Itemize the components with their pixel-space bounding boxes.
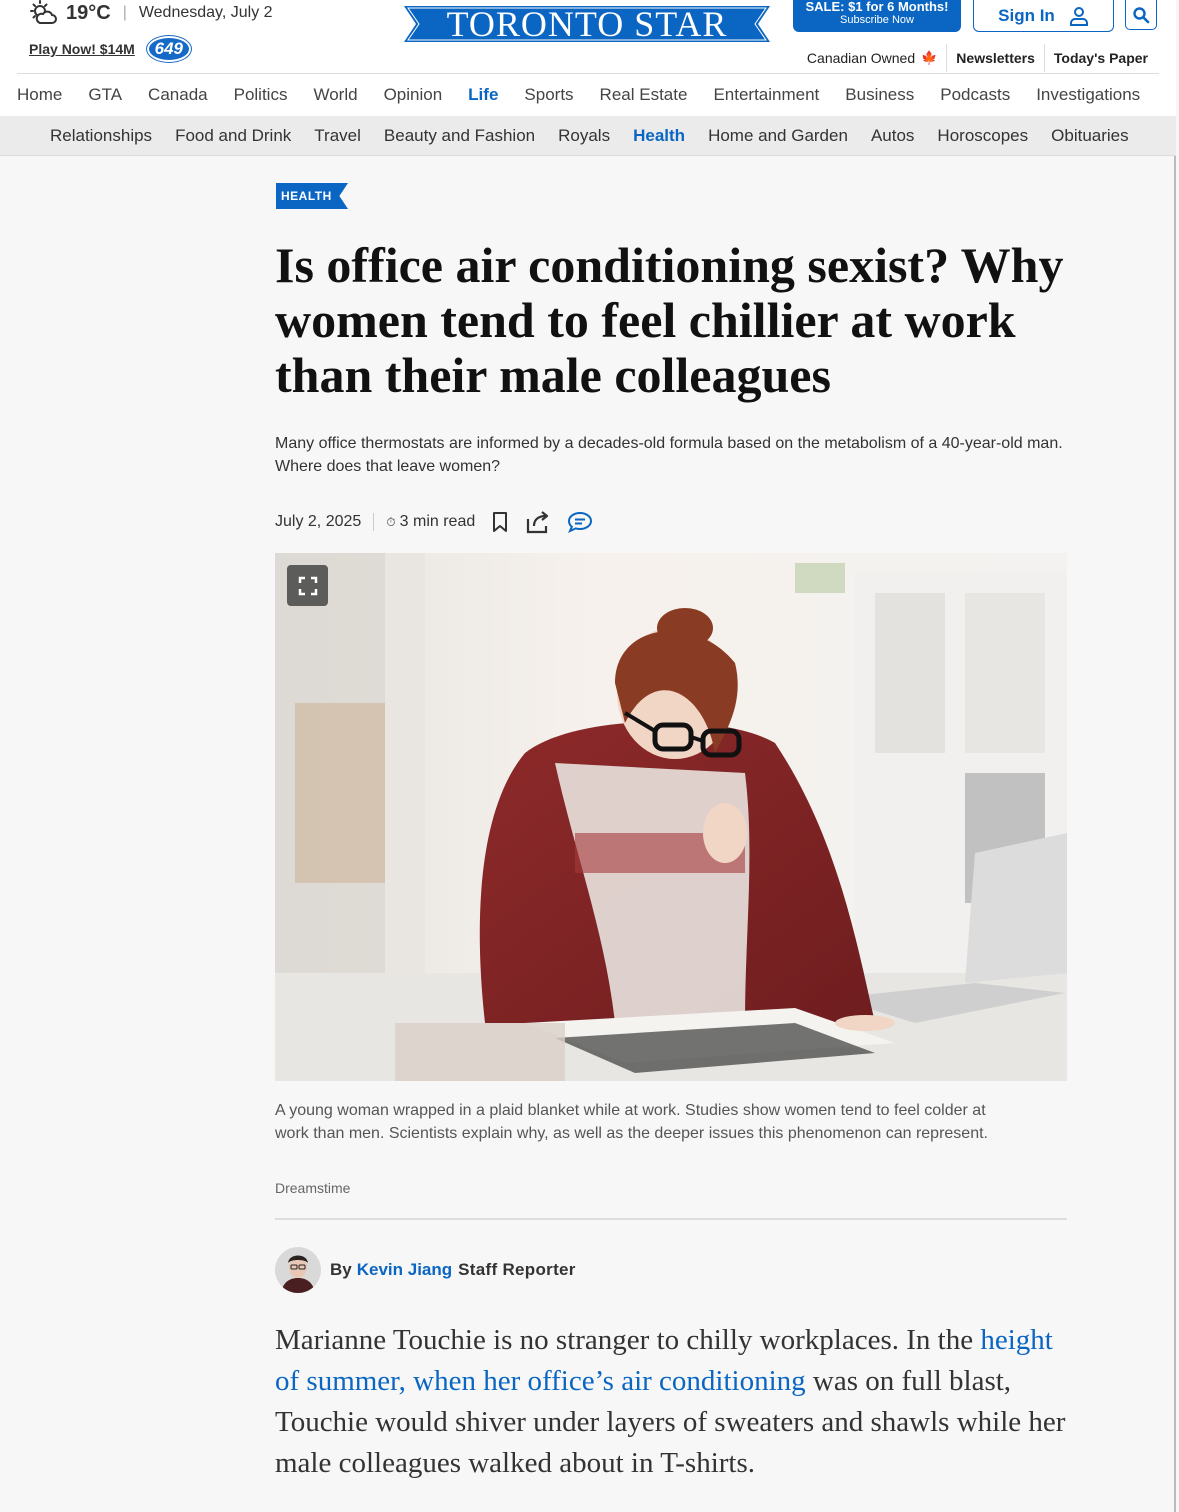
nav-item-sports[interactable]: Sports <box>524 85 573 105</box>
nav-item-gta[interactable]: GTA <box>88 85 122 105</box>
temperature: 19°C <box>66 1 111 24</box>
comments-button[interactable] <box>567 511 593 533</box>
byline-prefix: By <box>330 1260 352 1279</box>
photo-caption: A young woman wrapped in a plaid blanket… <box>275 1102 988 1142</box>
byline-divider <box>275 1218 1067 1220</box>
canadian-owned: Canadian Owned 🍁 <box>798 44 946 72</box>
nav-item-business[interactable]: Business <box>845 85 914 105</box>
utility-links: Canadian Owned 🍁 Newsletters Today's Pap… <box>798 44 1157 72</box>
search-icon <box>1133 6 1150 23</box>
author-avatar[interactable] <box>275 1247 321 1293</box>
sign-in-label: Sign In <box>998 5 1055 25</box>
nav-item-investigations[interactable]: Investigations <box>1036 85 1140 105</box>
nav-item-canada[interactable]: Canada <box>148 85 208 105</box>
article-headline: Is office air conditioning sexist? Why w… <box>275 237 1064 403</box>
expand-photo-button[interactable] <box>287 565 328 606</box>
maple-leaf-icon: 🍁 <box>921 50 938 65</box>
subnav-item-horoscopes[interactable]: Horoscopes <box>937 126 1028 146</box>
nav-item-world[interactable]: World <box>313 85 357 105</box>
lotto-649-logo: 649 <box>146 36 191 62</box>
article-dek: Many office thermostats are informed by … <box>275 435 1063 475</box>
clock-icon: ⏱ <box>386 514 396 529</box>
byline: By Kevin Jiang Staff Reporter <box>275 1247 576 1293</box>
nav-item-politics[interactable]: Politics <box>234 85 288 105</box>
nav-item-podcasts[interactable]: Podcasts <box>940 85 1010 105</box>
separator: | <box>122 4 127 21</box>
sign-in-button[interactable]: Sign In <box>973 0 1114 32</box>
subnav-item-health[interactable]: Health <box>633 126 685 146</box>
nav-item-life[interactable]: Life <box>468 85 498 105</box>
comment-icon <box>568 511 593 533</box>
subnav-item-obituaries[interactable]: Obituaries <box>1051 126 1128 146</box>
subnav-item-travel[interactable]: Travel <box>314 126 361 146</box>
photo-credit: Dreamstime <box>275 1180 351 1196</box>
canadian-owned-label: Canadian Owned <box>806 50 916 66</box>
bookmark-button[interactable] <box>491 511 509 533</box>
toronto-star-logo[interactable]: TORONTO STAR <box>404 4 770 44</box>
author-role: Staff Reporter <box>458 1260 576 1279</box>
subscribe-sale-button[interactable]: SALE: $1 for 6 Months! Subscribe Now <box>793 0 961 32</box>
photo-illustration <box>275 553 1067 1081</box>
fullscreen-icon <box>298 576 317 595</box>
body-text-start: Marianne Touchie is no stranger to chill… <box>275 1324 981 1356</box>
nav-item-entertainment[interactable]: Entertainment <box>713 85 819 105</box>
nav-item-real-estate[interactable]: Real Estate <box>600 85 688 105</box>
author-photo <box>275 1247 321 1293</box>
logo-text: TORONTO STAR <box>446 4 728 44</box>
subnav-item-autos[interactable]: Autos <box>871 126 914 146</box>
sale-title: SALE: $1 for 6 Months! <box>805 0 949 14</box>
section-tag[interactable]: HEALTH <box>276 183 348 209</box>
subnav-item-home-and-garden[interactable]: Home and Garden <box>708 126 848 146</box>
lotto-promo[interactable]: Play Now! $14M 649 <box>29 36 191 62</box>
publish-date: July 2, 2025 <box>275 513 362 530</box>
partly-cloudy-icon <box>30 0 57 24</box>
article-meta: July 2, 2025 ⏱ 3 min read <box>275 508 593 536</box>
weather-widget[interactable]: 19°C | Wednesday, July 2 <box>28 0 273 26</box>
sale-subtitle: Subscribe Now <box>840 14 914 26</box>
article-photo[interactable] <box>275 553 1067 1081</box>
bookmark-icon <box>493 512 508 532</box>
read-time: 3 min read <box>399 513 476 530</box>
meta-separator <box>373 513 375 531</box>
user-icon <box>1069 6 1088 26</box>
nav-item-home[interactable]: Home <box>17 85 62 105</box>
subnav-item-royals[interactable]: Royals <box>558 126 610 146</box>
lotto-link[interactable]: Play Now! $14M <box>29 41 135 57</box>
subnav-item-beauty-and-fashion[interactable]: Beauty and Fashion <box>384 126 535 146</box>
subnav-item-food-and-drink[interactable]: Food and Drink <box>175 126 291 146</box>
todays-paper-link[interactable]: Today's Paper <box>1043 44 1157 72</box>
main-nav: Home GTA Canada Politics World Opinion L… <box>0 74 1176 116</box>
share-button[interactable] <box>525 510 551 534</box>
newsletters-link[interactable]: Newsletters <box>946 44 1044 72</box>
nav-item-opinion[interactable]: Opinion <box>384 85 443 105</box>
author-link[interactable]: Kevin Jiang <box>357 1260 452 1280</box>
article-body-paragraph: Marianne Touchie is no stranger to chill… <box>275 1320 1075 1484</box>
section-subnav: Relationships Food and Drink Travel Beau… <box>0 116 1176 156</box>
top-header: 19°C | Wednesday, July 2 Play Now! $14M … <box>0 0 1176 74</box>
current-date: Wednesday, July 2 <box>138 4 273 21</box>
search-button[interactable] <box>1125 0 1157 30</box>
share-icon <box>527 511 549 534</box>
article-page: 19°C | Wednesday, July 2 Play Now! $14M … <box>0 0 1176 1512</box>
subnav-item-relationships[interactable]: Relationships <box>50 126 152 146</box>
